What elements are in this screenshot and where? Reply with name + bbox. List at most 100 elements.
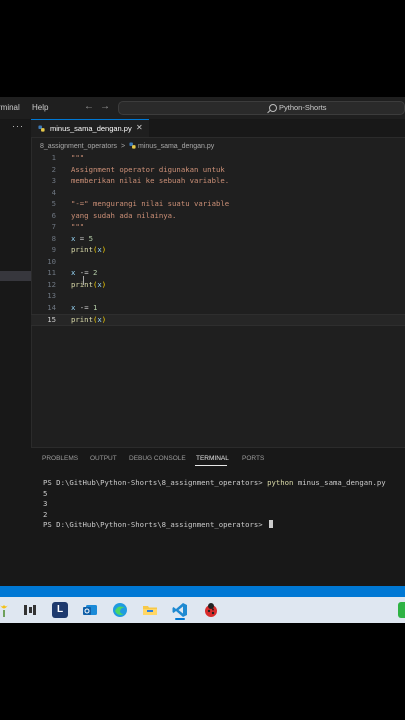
terminal-cursor xyxy=(269,520,274,528)
vscode-icon[interactable] xyxy=(172,602,188,618)
python-file-icon xyxy=(129,142,136,149)
tulip-widget-icon[interactable] xyxy=(0,602,12,618)
back-arrow-icon[interactable]: ← xyxy=(84,101,94,112)
menu-help[interactable]: Help xyxy=(32,103,48,112)
terminal-token: python xyxy=(267,478,294,487)
code-token: 5 xyxy=(88,233,93,243)
code-text: memberikan nilai ke sebuah variable. xyxy=(71,176,230,185)
code-text: """ xyxy=(71,153,85,162)
code-token: ) xyxy=(101,245,107,254)
terminal-line: PS D:\GitHub\Python-Shorts\8_assignment_… xyxy=(43,478,386,489)
title-bar: rminal Help ← → Python-Shorts xyxy=(0,97,405,120)
tray-app-icon[interactable] xyxy=(398,602,405,618)
tab-output[interactable]: OUTPUT xyxy=(90,455,117,462)
search-text: Python-Shorts xyxy=(279,103,327,112)
sidebar: ··· xyxy=(0,119,32,586)
code-line: 4 xyxy=(31,188,405,200)
edge-browser-icon[interactable] xyxy=(112,602,128,618)
code-line: 11 x -= 2 xyxy=(31,268,405,280)
active-tab-indicator xyxy=(195,465,227,466)
code-token: print xyxy=(71,279,93,289)
task-view-icon[interactable] xyxy=(22,602,38,618)
active-app-indicator xyxy=(175,618,185,620)
line-number: 6 xyxy=(51,210,56,220)
tab-ports[interactable]: PORTS xyxy=(242,455,264,462)
code-text: "-=" mengurangi nilai suatu variable xyxy=(71,199,230,208)
code-token: 1 xyxy=(92,302,98,312)
python-file-icon xyxy=(38,125,45,132)
line-number: 15 xyxy=(47,315,56,324)
line-number: 2 xyxy=(51,164,56,174)
breadcrumb-file[interactable]: minus_sama_dengan.py xyxy=(138,143,214,150)
terminal-token: PS D:\GitHub\Python-Shorts\8_assignment_… xyxy=(43,478,268,487)
terminal-token: minus_sama_dengan.py xyxy=(293,478,386,487)
terminal-output[interactable]: PS D:\GitHub\Python-Shorts\8_assignment_… xyxy=(43,478,386,531)
code-line: 6 yang sudah ada nilainya. xyxy=(31,211,405,223)
code-line: 12 print(x) xyxy=(31,280,405,292)
code-line: 9 print(x) xyxy=(31,245,405,257)
code-text: print(x) xyxy=(71,315,106,324)
code-text: x -= 1 xyxy=(71,303,97,312)
code-token: print xyxy=(71,245,93,254)
code-token: 2 xyxy=(92,268,98,277)
terminal-line: 3 xyxy=(43,499,48,508)
breadcrumb: 8_assignment_operators > minus_sama_deng… xyxy=(40,142,214,150)
tab-debug-console[interactable]: DEBUG CONSOLE xyxy=(129,455,186,462)
code-line: 8 x = 5 xyxy=(31,234,405,246)
code-line: 14 x -= 1 xyxy=(31,303,405,315)
mouse-ibeam-cursor xyxy=(83,276,84,285)
line-number: 14 xyxy=(47,302,56,312)
bottom-panel: PROBLEMS OUTPUT DEBUG CONSOLE TERMINAL P… xyxy=(31,447,405,587)
l-app-icon[interactable]: L xyxy=(52,602,68,618)
windows-taskbar: L xyxy=(0,597,405,623)
search-icon xyxy=(269,104,277,112)
code-token: -= xyxy=(75,268,93,277)
line-number: 10 xyxy=(47,256,56,266)
line-number: 11 xyxy=(47,268,56,277)
line-number: 7 xyxy=(51,222,56,231)
vscode-window: rminal Help ← → Python-Shorts ··· minus_… xyxy=(0,97,405,623)
file-explorer-icon[interactable] xyxy=(142,602,158,618)
terminal-token: PS D:\GitHub\Python-Shorts\8_assignment_… xyxy=(43,520,268,529)
line-number: 4 xyxy=(51,187,56,197)
code-token: ) xyxy=(101,279,107,289)
code-text: print(x) xyxy=(71,280,106,289)
line-number: 13 xyxy=(47,291,56,300)
code-token: ) xyxy=(101,315,107,324)
code-text: x -= 2 xyxy=(71,268,97,277)
line-number: 3 xyxy=(51,176,56,185)
editor-tab-bar: minus_sama_dengan.py ✕ xyxy=(31,119,405,138)
tab-problems[interactable]: PROBLEMS xyxy=(42,455,78,462)
breadcrumb-separator: > xyxy=(121,143,126,150)
close-icon[interactable]: ✕ xyxy=(136,123,143,132)
code-line: 2 Assignment operator digunakan untuk xyxy=(31,165,405,177)
code-line: 3 memberikan nilai ke sebuah variable. xyxy=(31,176,405,188)
line-number: 8 xyxy=(51,233,56,243)
code-text: x = 5 xyxy=(71,234,93,243)
code-line: 7 """ xyxy=(31,222,405,234)
code-line: 1 """ xyxy=(31,153,405,165)
ladybug-app-icon[interactable] xyxy=(203,602,219,618)
tab-minus-sama-dengan[interactable]: minus_sama_dengan.py ✕ xyxy=(31,119,149,137)
code-text: print(x) xyxy=(71,245,106,254)
code-line: 13 xyxy=(31,291,405,303)
outlook-icon[interactable] xyxy=(82,602,98,618)
code-text: yang sudah ada nilainya. xyxy=(71,210,177,220)
code-token: -= xyxy=(75,302,93,312)
code-editor[interactable]: 1 """ 2 Assignment operator digunakan untu… xyxy=(31,153,405,326)
tab-label: minus_sama_dengan.py xyxy=(50,124,132,133)
line-number: 12 xyxy=(47,279,56,289)
code-token: print xyxy=(71,315,93,324)
forward-arrow-icon[interactable]: → xyxy=(100,101,110,112)
status-bar xyxy=(0,586,405,597)
command-center-search[interactable]: Python-Shorts xyxy=(118,101,405,115)
code-text: Assignment operator digunakan untuk xyxy=(71,164,225,174)
tab-terminal[interactable]: TERMINAL xyxy=(196,455,229,462)
more-actions-icon[interactable]: ··· xyxy=(12,121,24,131)
terminal-line: PS D:\GitHub\Python-Shorts\8_assignment_… xyxy=(43,520,386,531)
line-number: 9 xyxy=(51,245,56,254)
breadcrumb-folder[interactable]: 8_assignment_operators xyxy=(40,143,117,150)
sidebar-selected-item[interactable] xyxy=(0,271,31,281)
current-code-line: 15 print(x) xyxy=(31,314,405,326)
menu-terminal[interactable]: rminal xyxy=(0,103,20,112)
